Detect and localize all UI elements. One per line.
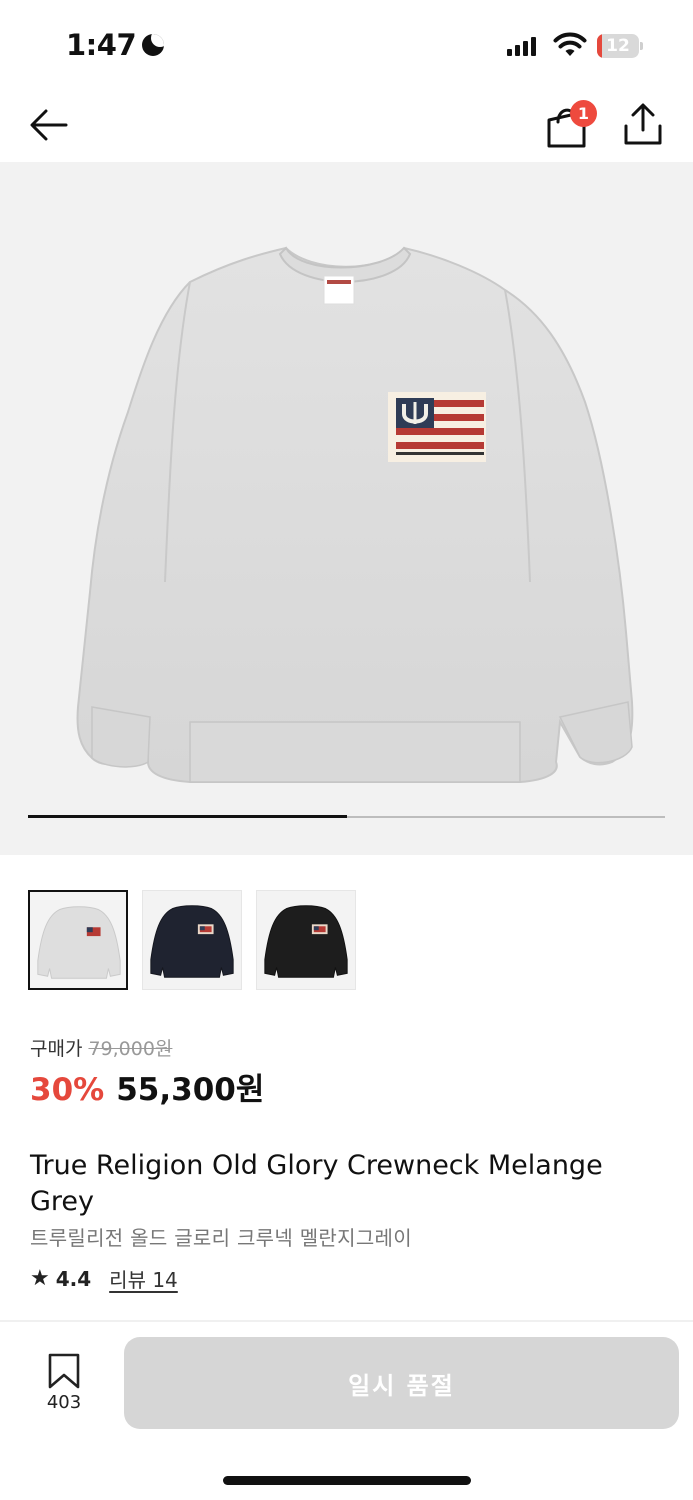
clock-text: 1:47 (66, 28, 137, 62)
cart-button[interactable]: 1 (540, 98, 600, 154)
thumbnail-black[interactable] (256, 890, 356, 990)
rating-value: 4.4 (55, 1266, 92, 1291)
product-image-carousel[interactable] (0, 162, 693, 855)
wishlist-button[interactable]: 403 (36, 1352, 92, 1416)
battery-percent: 12 (606, 36, 630, 56)
moon-icon (142, 34, 165, 56)
thumbnail-image (37, 906, 121, 979)
sold-out-button[interactable]: 일시 품절 (124, 1337, 679, 1429)
home-indicator (223, 1476, 471, 1485)
star-icon: ★ (30, 1266, 50, 1291)
sale-price-row: 30% 55,300원 (30, 1064, 264, 1109)
thumbnail-navy[interactable] (142, 890, 242, 990)
wishlist-count: 403 (46, 1392, 82, 1413)
image-progress-track (28, 815, 665, 818)
discount-rate: 30% (30, 1072, 105, 1108)
thumbnail-list (28, 890, 356, 990)
status-bar: 1:47 12 (0, 0, 693, 90)
top-nav-bar: 1 (0, 90, 693, 162)
original-price: 79,000원 (88, 1038, 173, 1060)
price-label: 구매가 (30, 1038, 83, 1060)
bookmark-icon (48, 1353, 80, 1389)
product-subtitle: 트루릴리전 올드 글로리 크루넥 멜란지그레이 (30, 1226, 412, 1250)
review-link[interactable]: 리뷰 14 (109, 1264, 178, 1293)
price-label-row: 구매가 79,000원 (30, 1034, 172, 1061)
flag-patch (388, 392, 486, 462)
wifi-icon (553, 32, 587, 56)
product-title: True Religion Old Glory Crewneck Melange… (30, 1150, 603, 1217)
rating-row: ★ 4.4 리뷰 14 (30, 1264, 178, 1293)
bottom-divider (0, 1320, 693, 1322)
status-time: 1:47 (66, 28, 165, 62)
thumbnail-grey[interactable] (28, 890, 128, 990)
share-icon[interactable] (620, 100, 666, 148)
cellular-signal-icon (507, 36, 536, 56)
thumbnail-image (264, 905, 348, 978)
back-arrow-icon[interactable] (26, 102, 72, 148)
sale-price: 55,300원 (116, 1072, 265, 1108)
thumbnail-image (150, 905, 234, 978)
sweatshirt-image (76, 246, 634, 783)
image-progress-fill (28, 815, 347, 818)
cart-count-badge: 1 (570, 100, 597, 127)
battery-icon: 12 (597, 34, 643, 58)
